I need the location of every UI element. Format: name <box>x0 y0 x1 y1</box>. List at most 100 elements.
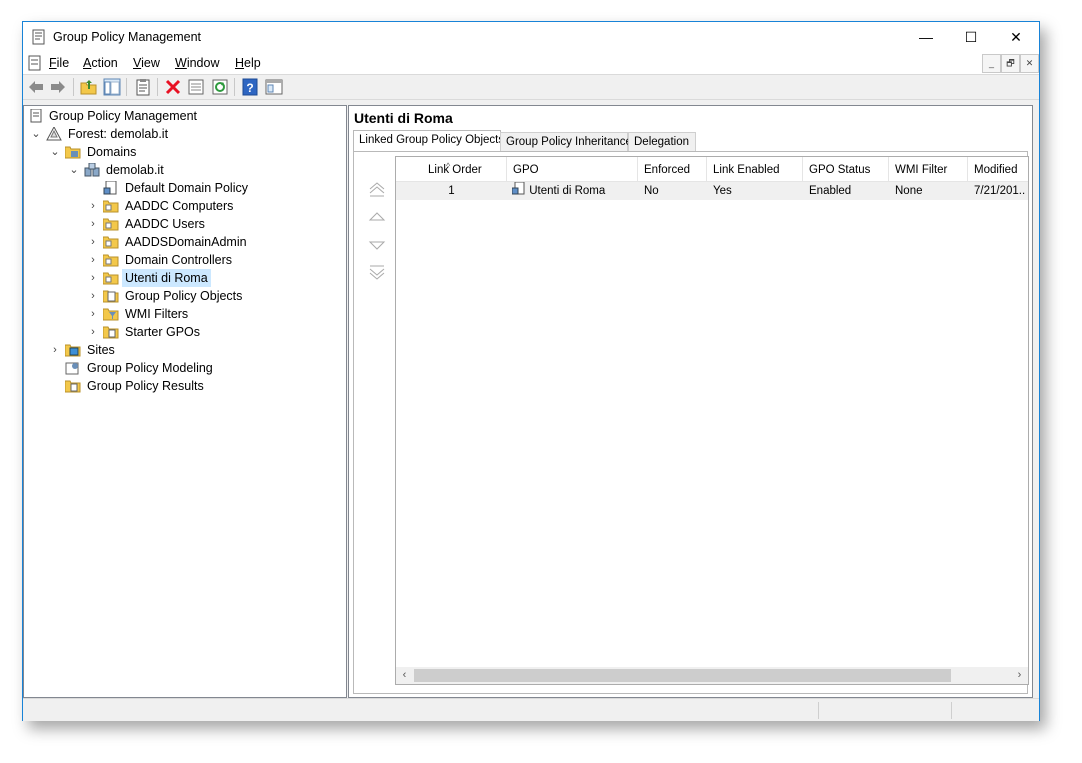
gpmc-app-icon <box>32 29 45 45</box>
expand-chevron-icon[interactable]: › <box>87 305 99 323</box>
tree-label-domain: demolab.it <box>106 163 164 177</box>
mdi-minimize-button[interactable]: _ <box>982 54 1001 73</box>
forward-arrow-icon[interactable] <box>49 78 67 96</box>
wmi-filter-icon <box>103 308 119 321</box>
collapse-chevron-icon[interactable]: ⌄ <box>49 143 61 161</box>
svg-text:?: ? <box>246 81 253 95</box>
sites-icon <box>65 344 81 357</box>
help-icon[interactable]: ? <box>241 78 259 96</box>
starter-gpo-icon <box>103 326 119 339</box>
tab-content: ^ Link Order GPO Enforced Link Enabled G… <box>353 151 1029 694</box>
table-row[interactable]: 1 Utenti di Roma No Yes Enabled None 7/2… <box>396 182 1028 200</box>
app-window: Group Policy Management — ☐ ✕ File Actio… <box>22 21 1040 721</box>
collapse-chevron-icon[interactable]: ⌄ <box>30 125 42 143</box>
cell-link-enabled: Yes <box>713 185 732 197</box>
back-arrow-icon[interactable] <box>27 78 45 96</box>
menu-window-accel: W <box>175 56 187 70</box>
toolbar-separator <box>157 78 158 96</box>
tree-label-domains: Domains <box>87 145 137 159</box>
menu-view-accel: V <box>133 56 142 70</box>
tab-linked-gpos[interactable]: Linked Group Policy Objects <box>353 130 504 153</box>
export-list-icon[interactable] <box>187 78 205 96</box>
sort-ascending-icon: ^ <box>446 161 451 171</box>
menu-file-accel: F <box>49 56 57 70</box>
up-folder-icon[interactable] <box>80 78 98 96</box>
move-to-bottom-icon[interactable] <box>366 263 388 283</box>
status-divider <box>818 702 819 719</box>
expand-chevron-icon[interactable]: › <box>49 341 61 359</box>
tree-label: Starter GPOs <box>125 325 201 339</box>
column-label: Link Order <box>428 164 482 176</box>
tab-gp-inheritance[interactable]: Group Policy Inheritance <box>500 132 632 152</box>
mdi-restore-button[interactable]: 🗗 <box>1001 54 1020 73</box>
menu-action-label: ction <box>91 56 118 70</box>
close-button[interactable]: ✕ <box>993 22 1039 52</box>
tree-label-sites: Sites <box>87 343 115 357</box>
results-icon <box>65 380 81 393</box>
cell-modified: 7/21/201.. <box>974 185 1026 197</box>
delete-icon[interactable] <box>164 78 182 96</box>
expand-chevron-icon[interactable]: › <box>87 287 99 305</box>
console-icon[interactable] <box>265 78 283 96</box>
expand-chevron-icon[interactable]: › <box>87 215 99 233</box>
expand-chevron-icon[interactable]: › <box>87 323 99 341</box>
ou-folder-icon <box>103 200 119 213</box>
maximize-button[interactable]: ☐ <box>948 22 994 52</box>
domain-icon <box>84 163 100 177</box>
list-header: ^ Link Order GPO Enforced Link Enabled G… <box>396 157 1028 182</box>
cell-gpo-status: Enabled <box>809 185 852 197</box>
expand-chevron-icon[interactable]: › <box>87 197 99 215</box>
scrollbar-thumb[interactable] <box>414 669 951 682</box>
column-header-gpo-status[interactable]: GPO Status <box>803 157 889 181</box>
scroll-right-icon[interactable]: › <box>1011 667 1028 684</box>
scroll-left-icon[interactable]: ‹ <box>396 667 413 684</box>
tree-label-modeling: Group Policy Modeling <box>87 361 213 375</box>
move-to-top-icon[interactable] <box>366 180 388 200</box>
refresh-icon[interactable] <box>211 78 229 96</box>
tree-label: AADDC Users <box>125 217 205 231</box>
minimize-button[interactable]: — <box>903 22 949 52</box>
cell-enforced: No <box>644 185 659 197</box>
expand-chevron-icon[interactable]: › <box>87 233 99 251</box>
mdi-system-icon[interactable] <box>27 55 43 71</box>
tab-delegation[interactable]: Delegation <box>628 132 696 152</box>
menu-file-label: ile <box>56 56 70 70</box>
menu-help-label: elp <box>244 56 261 70</box>
forest-icon <box>46 127 62 141</box>
linked-gpo-list: ^ Link Order GPO Enforced Link Enabled G… <box>395 156 1029 685</box>
menu-file[interactable]: File <box>49 56 69 70</box>
column-header-modified[interactable]: Modified <box>968 157 1028 181</box>
expand-chevron-icon[interactable]: › <box>87 251 99 269</box>
tree-label-results: Group Policy Results <box>87 379 204 393</box>
horizontal-scrollbar[interactable]: ‹ › <box>396 667 1028 684</box>
toolbar: ? <box>23 75 1039 100</box>
column-header-enforced[interactable]: Enforced <box>638 157 707 181</box>
menu-view[interactable]: View <box>133 56 160 70</box>
ou-folder-icon <box>103 218 119 231</box>
ou-folder-icon <box>103 254 119 267</box>
cell-link-order: 1 <box>448 185 455 197</box>
column-header-link-order[interactable]: ^ Link Order <box>396 157 507 181</box>
window-title: Group Policy Management <box>53 30 201 44</box>
gpo-link-icon <box>103 181 117 195</box>
tree-label: WMI Filters <box>125 307 189 321</box>
collapse-chevron-icon[interactable]: ⌄ <box>68 161 80 179</box>
tree-label-forest: Forest: demolab.it <box>68 127 169 141</box>
menu-bar: File Action View Window Help _ 🗗 ✕ <box>23 52 1039 75</box>
column-header-gpo[interactable]: GPO <box>507 157 638 181</box>
move-up-icon[interactable] <box>366 208 388 228</box>
column-header-link-enabled[interactable]: Link Enabled <box>707 157 803 181</box>
move-down-icon[interactable] <box>366 235 388 255</box>
show-hide-tree-icon[interactable] <box>103 78 121 96</box>
expand-chevron-icon[interactable]: › <box>87 269 99 287</box>
column-header-wmi-filter[interactable]: WMI Filter <box>889 157 968 181</box>
menu-action[interactable]: Action <box>83 56 118 70</box>
menu-window-label: indow <box>186 56 220 70</box>
title-bar: Group Policy Management — ☐ ✕ <box>23 22 1039 52</box>
gpmc-root-icon <box>30 109 42 123</box>
menu-window[interactable]: Window <box>175 56 219 70</box>
properties-icon[interactable] <box>134 78 152 96</box>
tree-label: Default Domain Policy <box>125 181 248 195</box>
menu-help[interactable]: Help <box>235 56 261 70</box>
mdi-close-button[interactable]: ✕ <box>1020 54 1039 73</box>
